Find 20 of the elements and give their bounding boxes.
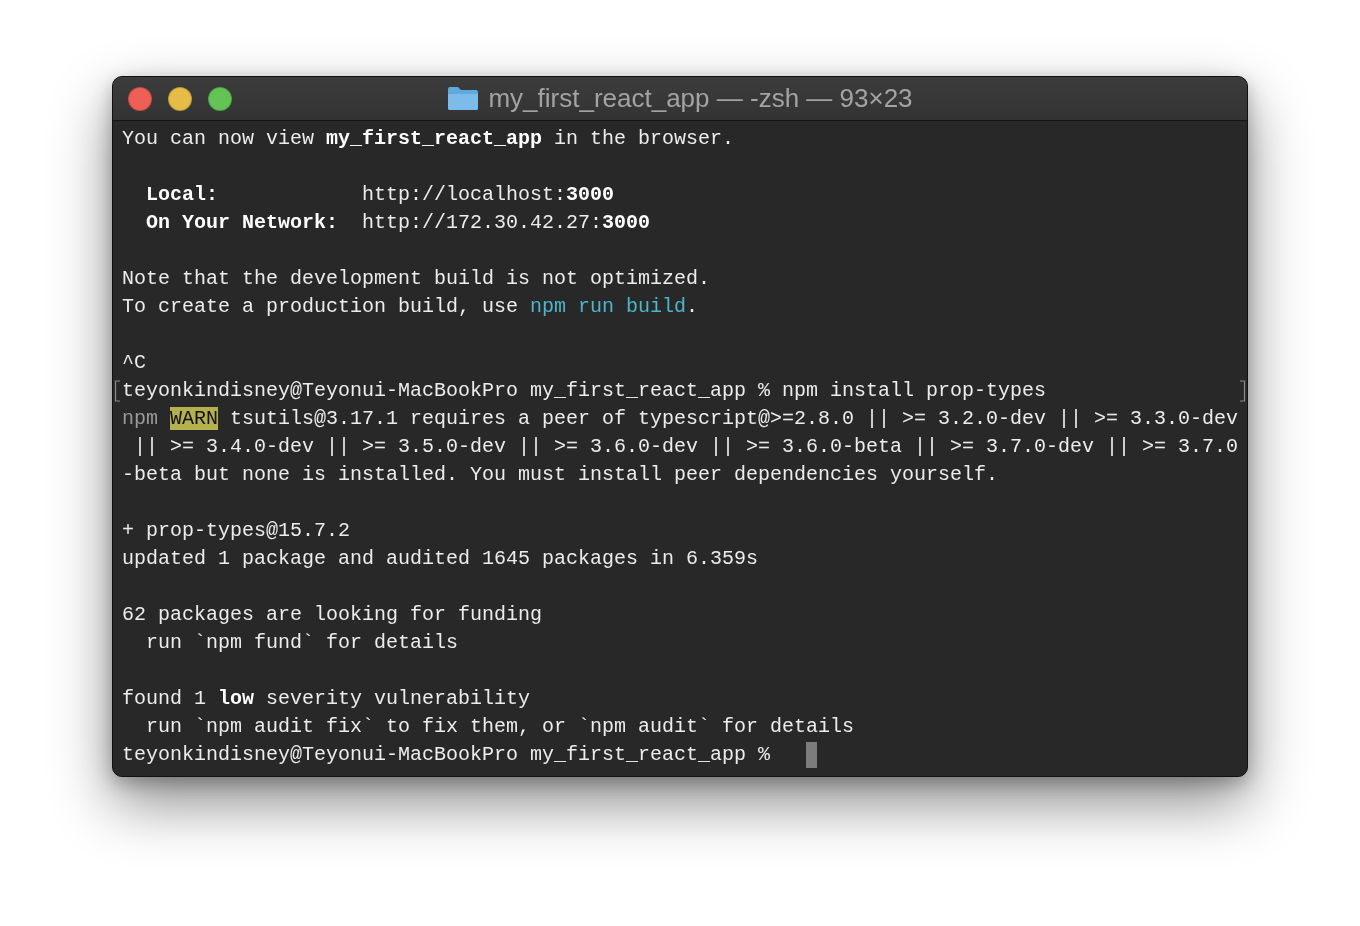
terminal-line: You can now view my_first_react_app in the browser. [121, 126, 735, 152]
close-button[interactable] [128, 86, 152, 111]
terminal-line: teyonkindisney@Teyonui-MacBookPro my_first_react_app % [121, 742, 770, 768]
terminal-line: run `npm audit fix` to fix them, or `npm audit` for details [144, 714, 855, 740]
minimize-button[interactable] [168, 86, 192, 111]
zoom-button[interactable] [208, 86, 232, 111]
window-title: my_first_react_app — -zsh — 93×23 [488, 83, 913, 114]
terminal-line: found 1 low severity vulnerability [121, 686, 530, 712]
terminal-line: Note that the development build is not optimized. [121, 266, 710, 292]
terminal-line: On Your Network: http://172.30.42.27:3000 [144, 210, 650, 236]
terminal-line: teyonkindisney@Teyonui-MacBookPro my_first_react_app % npm install prop-types [121, 378, 1047, 404]
folder-icon [447, 86, 480, 111]
terminal-line: npm WARN tsutils@3.17.1 requires a peer of typescript@>=2.8.0 || >= 3.2.0-dev || >= 3.3.0-dev || >= 3.4.0-dev || >= 3.5.0-dev || >= 3.6.0-dev || >= 3.6.0-beta || >= 3.7.0-dev || >= 3.7.0-beta but none is installed. You must install peer dependencies yourself. [121, 406, 1239, 488]
terminal-line: 62 packages are looking for funding [121, 602, 542, 628]
terminal-line: To create a production build, use npm run build. [121, 294, 699, 320]
terminal-line: updated 1 package and audited 1645 packages in 6.359s [121, 546, 758, 572]
terminal-line: Local: http://localhost:3000 [144, 182, 614, 208]
terminal-line: run `npm fund` for details [144, 630, 458, 656]
terminal-line: + prop-types@15.7.2 [121, 518, 350, 544]
terminal-line: ^C [121, 350, 146, 376]
